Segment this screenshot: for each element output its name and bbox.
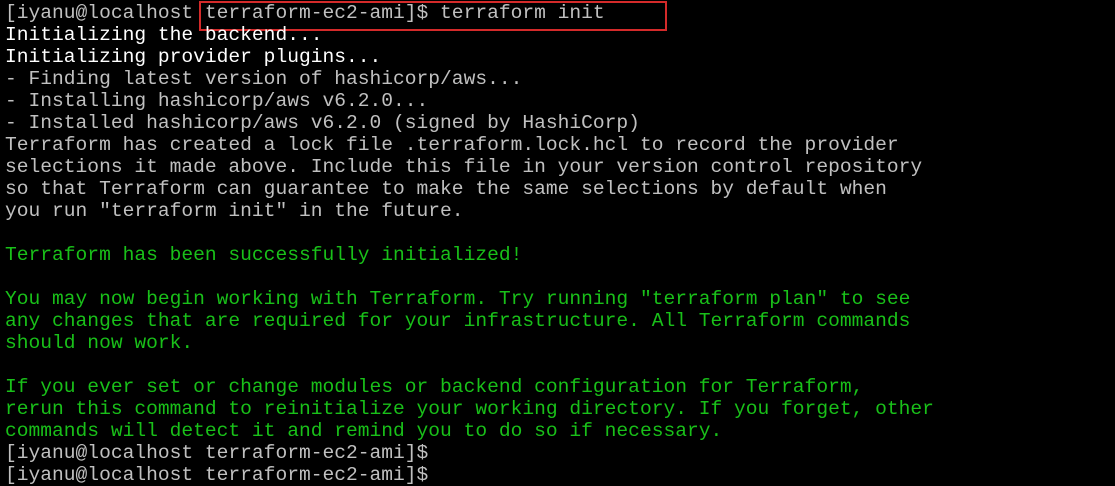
- output-line-providers: Initializing provider plugins...: [5, 46, 382, 68]
- output-line-lockfile-2: selections it made above. Include this f…: [5, 156, 923, 178]
- output-line-reinit-2: rerun this command to reinitialize your …: [5, 398, 934, 420]
- prompt-line-active[interactable]: [iyanu@localhost terraform-ec2-ami]$: [0, 464, 1115, 486]
- prompt-line-init: [iyanu@localhost terraform-ec2-ami]$ ter…: [5, 2, 605, 24]
- output-line-next-3: should now work.: [5, 332, 194, 354]
- output-line-installed: - Installed hashicorp/aws v6.2.0 (signed…: [5, 112, 640, 134]
- output-line-installing: - Installing hashicorp/aws v6.2.0...: [5, 90, 429, 112]
- output-line-lockfile-3: so that Terraform can guarantee to make …: [5, 178, 887, 200]
- output-line-next-1: You may now begin working with Terraform…: [5, 288, 911, 310]
- success-message: Terraform has been successfully initiali…: [5, 244, 523, 266]
- prompt-line: [iyanu@localhost terraform-ec2-ami]$: [5, 442, 429, 464]
- output-line-backend: Initializing the backend...: [5, 24, 323, 46]
- terminal-window[interactable]: [iyanu@localhost terraform-ec2-ami]$ ter…: [0, 0, 1115, 486]
- output-line-finding: - Finding latest version of hashicorp/aw…: [5, 68, 523, 90]
- output-line-reinit-1: If you ever set or change modules or bac…: [5, 376, 864, 398]
- output-line-next-2: any changes that are required for your i…: [5, 310, 911, 332]
- output-line-lockfile-1: Terraform has created a lock file .terra…: [5, 134, 899, 156]
- output-line-lockfile-4: you run "terraform init" in the future.: [5, 200, 464, 222]
- output-line-reinit-3: commands will detect it and remind you t…: [5, 420, 723, 442]
